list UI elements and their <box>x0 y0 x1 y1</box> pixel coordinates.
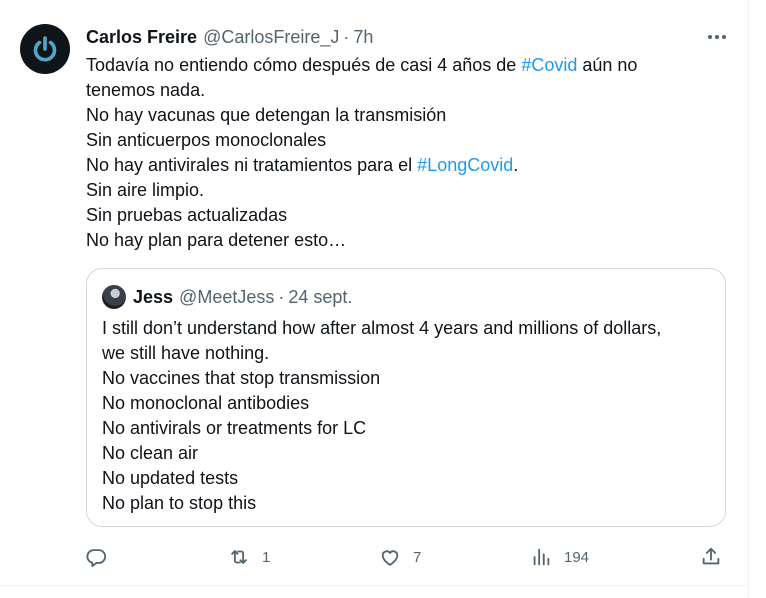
quote-line: No antivirals or treatments for LC <box>102 418 367 438</box>
more-button[interactable] <box>700 26 734 48</box>
quote-line: No monoclonal antibodies <box>102 393 310 413</box>
share-button[interactable] <box>700 540 722 574</box>
quote-line: No vaccines that stop transmission <box>102 368 381 388</box>
quote-line: we still have nothing. <box>102 343 270 363</box>
tweet-text: Todavía no entiendo cómo después de casi… <box>86 53 726 253</box>
reply-button[interactable] <box>85 540 119 574</box>
quote-line: I still don’t understand how after almos… <box>102 318 662 338</box>
quote-separator-dot: · <box>278 286 285 307</box>
tweet-text-segment: No hay antivirales ni tratamientos para … <box>86 155 418 175</box>
tweet-text-segment: Sin pruebas actualizadas <box>86 205 288 225</box>
tweet-text-segment: . <box>513 155 519 175</box>
reply-icon <box>86 549 107 568</box>
quote-date[interactable]: 24 sept. <box>288 287 352 308</box>
tweet-text-segment: No hay vacunas que detengan la transmisi… <box>86 105 447 125</box>
separator-dot: · <box>343 26 350 47</box>
action-bar: 1 7 194 <box>0 540 749 574</box>
hashtag-link[interactable]: #Covid <box>521 55 577 75</box>
tweet-line: Sin aire limpio. <box>86 178 726 203</box>
hashtag-link[interactable]: #LongCovid <box>417 155 513 175</box>
views-count: 194 <box>564 548 590 566</box>
author-handle[interactable]: @CarlosFreire_J <box>203 27 339 48</box>
tweet-divider <box>0 585 749 586</box>
quote-line: No updated tests <box>102 468 239 488</box>
retweet-button[interactable]: 1 <box>228 540 270 574</box>
quote-avatar[interactable] <box>102 285 126 309</box>
timestamp[interactable]: 7h <box>353 27 373 48</box>
tweet-text-segment: tenemos nada. <box>86 80 206 100</box>
tweet-line: Todavía no entiendo cómo después de casi… <box>86 53 726 78</box>
share-icon <box>702 547 720 565</box>
avatar[interactable] <box>20 24 70 74</box>
like-count: 7 <box>413 548 422 566</box>
author-name[interactable]: Carlos Freire <box>86 27 197 48</box>
retweet-icon <box>231 550 247 564</box>
tweet-text-segment: Sin anticuerpos monoclonales <box>86 130 327 150</box>
views-icon <box>533 548 550 566</box>
quote-text: I still don’t understand how after almos… <box>102 316 712 516</box>
quote-author-handle[interactable]: @MeetJess <box>179 287 274 308</box>
tweet-line: No hay antivirales ni tratamientos para … <box>86 153 726 178</box>
quote-author-name[interactable]: Jess <box>133 287 173 308</box>
tweet[interactable]: Carlos Freire @CarlosFreire_J · 7h Todav… <box>0 0 749 598</box>
tweet-text-segment: Todavía no entiendo cómo después de casi… <box>86 55 522 75</box>
tweet-text-segment: aún no <box>577 55 638 75</box>
retweet-count: 1 <box>262 548 271 566</box>
quote-line: No clean air <box>102 443 199 463</box>
tweet-line: Sin anticuerpos monoclonales <box>86 128 726 153</box>
tweet-header: Carlos Freire @CarlosFreire_J · 7h <box>86 26 373 48</box>
like-button[interactable]: 7 <box>379 540 421 574</box>
tweet-text-segment: Sin aire limpio. <box>86 180 205 200</box>
quote-header: Jess @MeetJess · 24 sept. <box>133 286 352 308</box>
more-icon <box>708 35 726 39</box>
quote-line: No plan to stop this <box>102 493 257 513</box>
power-icon <box>33 36 57 62</box>
like-icon <box>381 550 399 566</box>
tweet-line: tenemos nada. <box>86 78 726 103</box>
tweet-line: Sin pruebas actualizadas <box>86 203 726 228</box>
tweet-line: No hay plan para detener esto… <box>86 228 726 253</box>
tweet-line: No hay vacunas que detengan la transmisi… <box>86 103 726 128</box>
views-button[interactable]: 194 <box>530 540 589 574</box>
quoted-tweet[interactable]: Jess @MeetJess · 24 sept. I still don’t … <box>86 268 726 527</box>
tweet-text-segment: No hay plan para detener esto… <box>86 230 347 250</box>
